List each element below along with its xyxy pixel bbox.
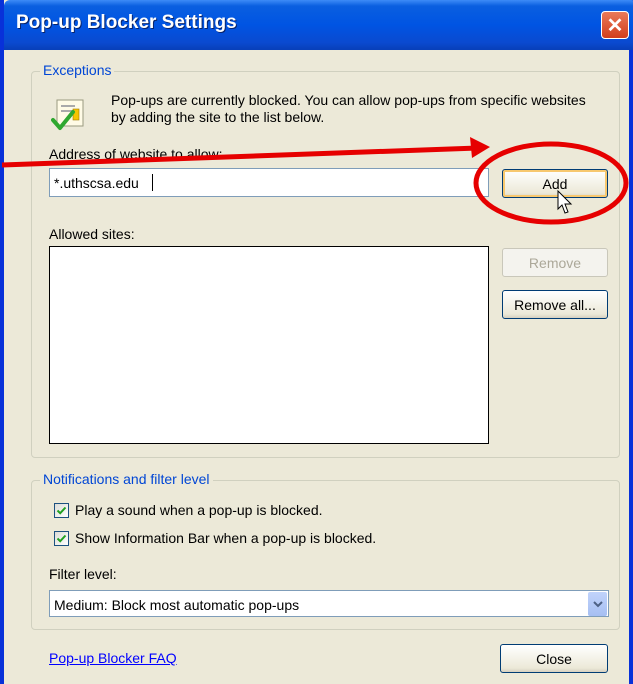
annotation-overlay [1, 137, 629, 225]
annotation-ellipse [473, 141, 629, 225]
annotation-arrow-line [1, 145, 479, 168]
mouse-cursor-icon [557, 190, 573, 214]
annotation-arrow-head [470, 137, 490, 158]
